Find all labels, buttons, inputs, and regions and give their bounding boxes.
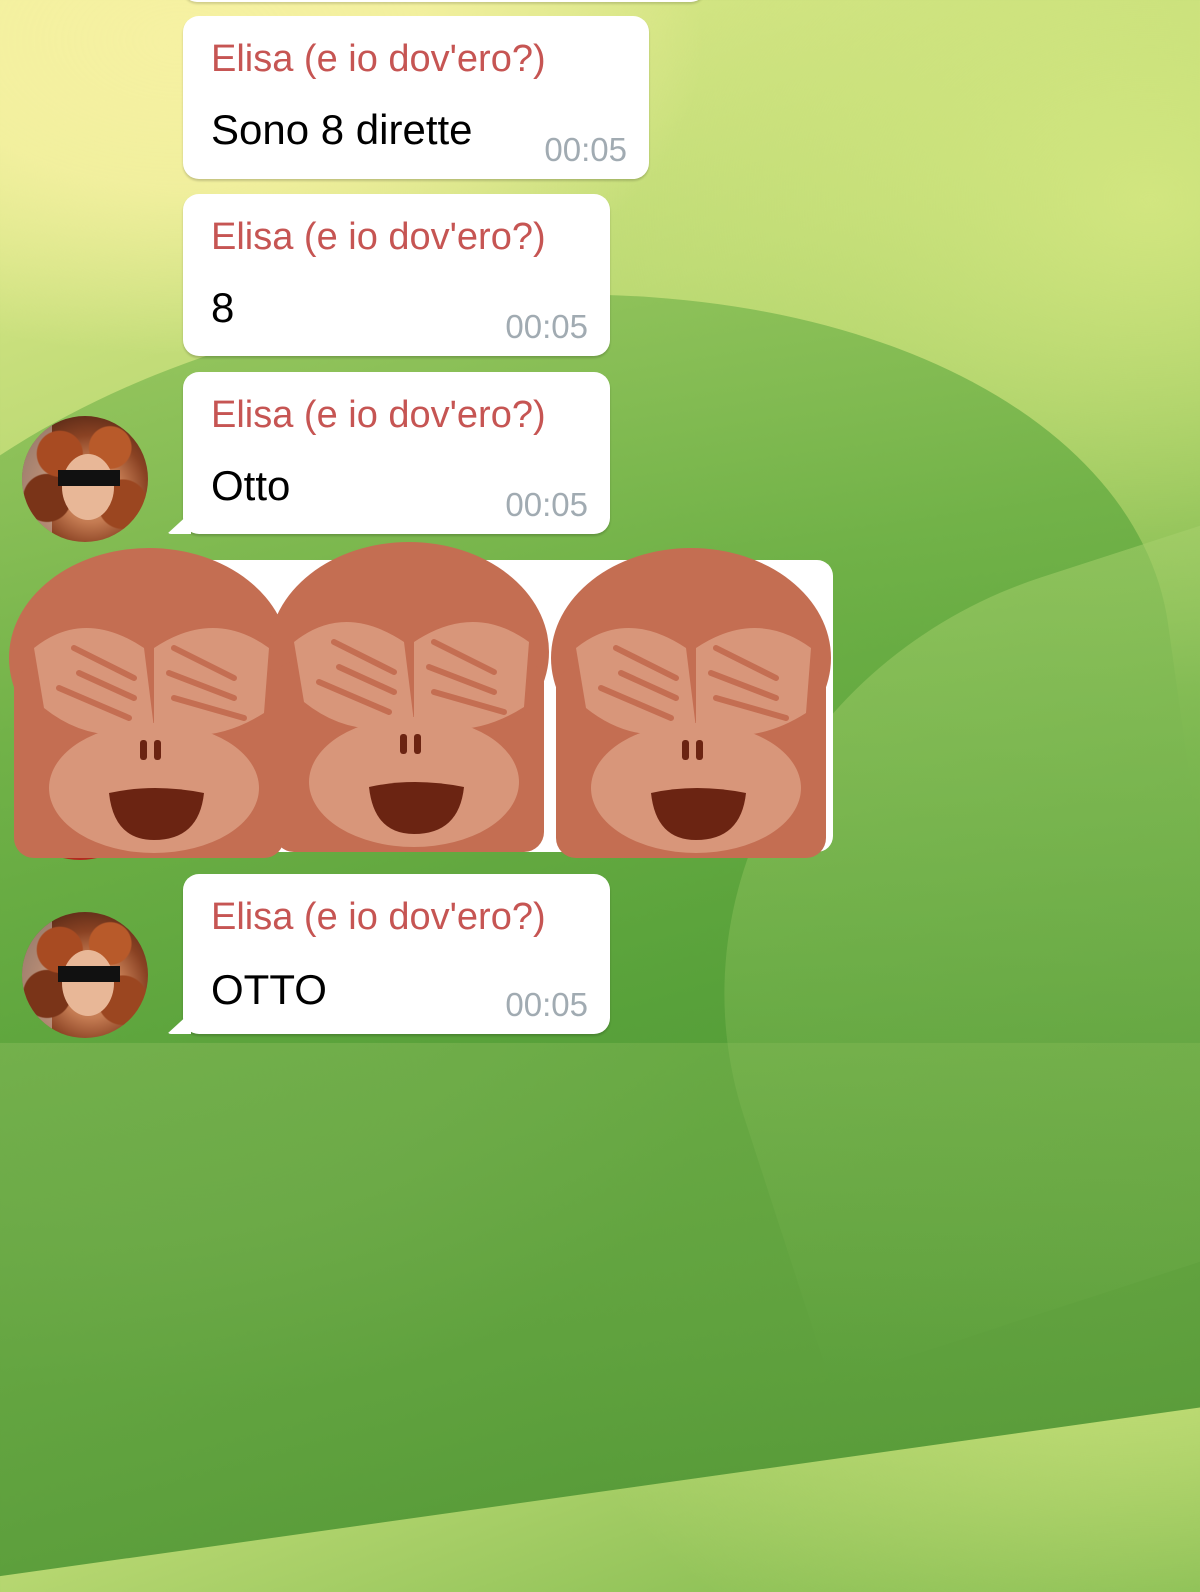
sender-name[interactable]: Elisa (e io dov'ero?) bbox=[211, 216, 546, 259]
sender-name[interactable]: Elisa (e io dov'ero?) bbox=[211, 394, 546, 437]
message-text: Sono 8 dirette bbox=[211, 106, 473, 153]
sender-name[interactable]: Elisa (e io dov'ero?) bbox=[211, 38, 546, 81]
sender-avatar[interactable] bbox=[22, 416, 148, 542]
message-time: 00:05 bbox=[505, 308, 588, 345]
message-time: 00:05 bbox=[505, 986, 588, 1023]
message-bubble[interactable]: Elisa (e io dov'ero?) Otto 00:05 bbox=[183, 372, 610, 534]
see-no-evil-monkey-icon bbox=[551, 548, 831, 858]
message-bubble[interactable]: Elisa (e io dov'ero?) OTTO 00:05 bbox=[183, 874, 610, 1034]
see-no-evil-monkey-icon bbox=[269, 542, 549, 852]
see-no-evil-monkey-icon bbox=[9, 548, 289, 858]
message-text: OTTO bbox=[211, 966, 327, 1013]
message-bubble[interactable]: Elisa (e io dov'ero?) Sono 8 dirette 00:… bbox=[183, 16, 649, 179]
message-bubble[interactable]: Elisa (e io dov'ero?) 8 00:05 bbox=[183, 194, 610, 356]
message-time: 00:05 bbox=[505, 486, 588, 523]
message-text: 8 bbox=[211, 284, 235, 331]
previous-message-bubble[interactable] bbox=[183, 0, 705, 2]
sender-avatar[interactable] bbox=[22, 912, 148, 1038]
message-time: 00:05 bbox=[544, 131, 627, 168]
sender-name[interactable]: Elisa (e io dov'ero?) bbox=[211, 896, 546, 939]
message-text: Otto bbox=[211, 462, 291, 509]
